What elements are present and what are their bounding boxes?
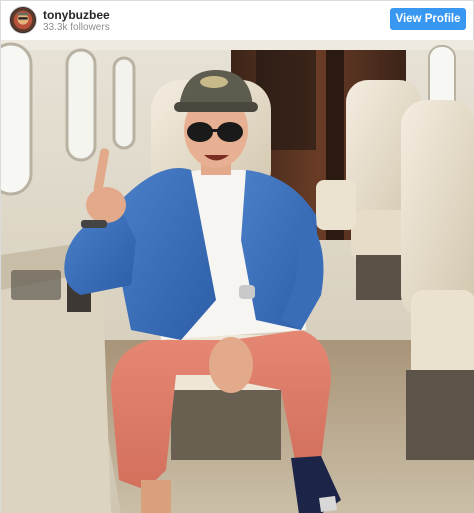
post-header: tonybuzbee 33.3k followers View Profile xyxy=(1,1,474,39)
instagram-embed: tonybuzbee 33.3k followers View Profile xyxy=(0,0,474,513)
avatar[interactable] xyxy=(9,6,37,34)
post-photo xyxy=(1,40,474,513)
username[interactable]: tonybuzbee xyxy=(43,8,110,22)
view-profile-button[interactable]: View Profile xyxy=(390,8,466,30)
follower-count: 33.3k followers xyxy=(43,22,110,33)
